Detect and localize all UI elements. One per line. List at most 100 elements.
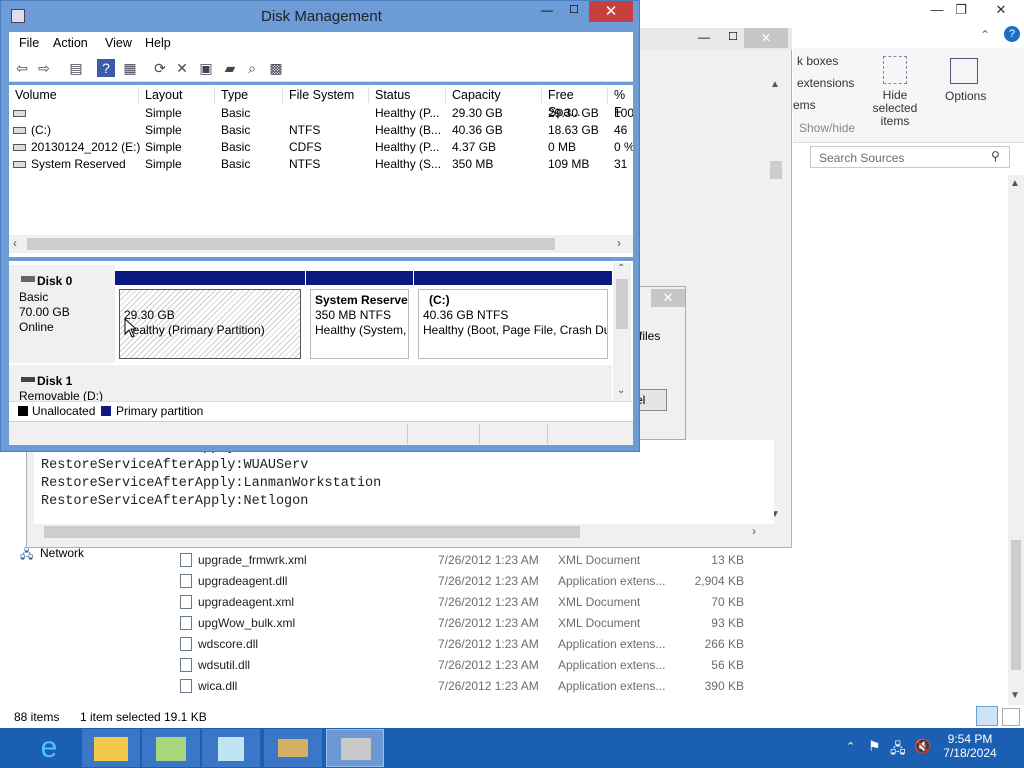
refresh-icon[interactable]: ⟳ <box>151 59 169 77</box>
options-button[interactable]: Options <box>945 89 986 103</box>
graph-vscroll[interactable]: ⌃ ⌄ <box>613 263 631 401</box>
scroll-thumb[interactable] <box>770 161 782 179</box>
forward-icon[interactable]: ⇨ <box>35 59 53 77</box>
column-percent-free[interactable]: % F <box>608 87 633 119</box>
scroll-thumb[interactable] <box>44 526 580 538</box>
delete-icon[interactable]: ✕ <box>173 59 191 77</box>
file-row[interactable]: upgradeagent.dll 7/26/2012 1:23 AM Applica… <box>176 571 776 592</box>
file-date: 7/26/2012 1:23 AM <box>438 553 539 567</box>
menu-view[interactable]: View <box>105 36 132 50</box>
nav-network[interactable]: Network <box>40 546 84 560</box>
scroll-thumb[interactable] <box>616 279 628 329</box>
settings-icon[interactable]: ▩ <box>267 59 285 77</box>
tiles-view-icon[interactable] <box>1002 708 1020 726</box>
file-row[interactable]: wica.dll 7/26/2012 1:23 AM Application ext… <box>176 676 776 697</box>
notepad-icon[interactable] <box>202 729 260 767</box>
partition-bar <box>115 271 305 285</box>
log-hscroll[interactable]: › <box>34 524 774 540</box>
help-icon[interactable]: ? <box>1004 26 1020 42</box>
minimize-button[interactable]: — <box>698 30 710 44</box>
close-button[interactable]: ✕ <box>744 28 788 48</box>
details-view-icon[interactable] <box>976 706 998 726</box>
properties-icon[interactable]: ▦ <box>121 59 139 77</box>
file-name: upgradeagent.xml <box>198 595 295 609</box>
volume-hscroll-thumb[interactable] <box>27 238 555 250</box>
scroll-up-icon[interactable]: ▲ <box>770 79 780 90</box>
ribbon-item-boxes[interactable]: k boxes <box>797 54 838 68</box>
hide-selected-button[interactable]: Hide selected items <box>859 89 931 128</box>
disk1-panel[interactable]: Disk 1 Removable (D:) <box>9 365 115 401</box>
back-icon[interactable]: ⇦ <box>13 59 31 77</box>
file-date: 7/26/2012 1:23 AM <box>438 679 539 693</box>
network-tray-icon[interactable]: 🖧 <box>890 738 906 762</box>
disk0-panel[interactable]: Disk 0 Basic 70.00 GB Online <box>9 265 115 363</box>
volume-cell-fs: CDFS <box>289 140 322 154</box>
tray-chevron-icon[interactable]: ⌃ <box>846 740 855 753</box>
menu-action[interactable]: Action <box>53 36 88 50</box>
show-hide-tree-icon[interactable]: ▤ <box>67 59 85 77</box>
checkdisk-icon[interactable]: ▣ <box>197 59 215 77</box>
close-button[interactable]: ✕ <box>986 0 1016 20</box>
scroll-up-icon[interactable]: ▲ <box>1010 178 1020 189</box>
scroll-down-icon[interactable]: ⌄ <box>617 385 625 396</box>
column-free-space[interactable]: Free Spa... <box>542 87 608 119</box>
help-icon[interactable]: ? <box>97 59 115 77</box>
disk-management-taskbar-icon[interactable] <box>326 729 384 767</box>
volume-muted-icon[interactable]: 🔇 <box>914 738 931 755</box>
maximize-button[interactable]: ☐ <box>728 30 738 43</box>
ribbon-item-extensions[interactable]: extensions <box>797 76 854 90</box>
deploy-tool-icon[interactable] <box>142 729 200 767</box>
open-icon[interactable]: ▰ <box>221 59 239 77</box>
volume-row[interactable]: 20130124_2012 (E:) Simple Basic CDFS Healthy… <box>9 140 633 157</box>
file-row[interactable]: wdscore.dll 7/26/2012 1:23 AM Application … <box>176 634 776 655</box>
search-placeholder: Search Sources <box>819 151 905 165</box>
package-tool-icon[interactable] <box>264 729 322 767</box>
volume-row[interactable]: (C:) Simple Basic NTFS Healthy (B... 40.36 GB… <box>9 123 633 140</box>
explorer-scroll-thumb[interactable] <box>1011 540 1021 670</box>
menu-help[interactable]: Help <box>145 36 171 50</box>
partition-c-drive[interactable]: (C:) 40.36 GB NTFS Healthy (Boot, Page F… <box>414 271 612 361</box>
clock[interactable]: 9:54 PM 7/18/2024 <box>930 732 1010 766</box>
file-name: wdscore.dll <box>198 637 259 651</box>
scroll-right-icon[interactable]: › <box>617 236 621 250</box>
close-button[interactable]: ✕ <box>651 289 685 307</box>
partition-unallocated-29gb[interactable]: 29.30 GB Healthy (Primary Partition) <box>115 271 305 361</box>
minimize-button[interactable]: — <box>541 3 553 17</box>
action-center-flag-icon[interactable]: ⚑ <box>868 738 881 755</box>
volume-cell-fs: NTFS <box>289 157 321 171</box>
volume-row[interactable]: System Reserved Simple Basic NTFS Healthy (S… <box>9 157 633 174</box>
scroll-left-icon[interactable]: ‹ <box>13 236 17 250</box>
close-button[interactable]: ✕ <box>589 1 633 22</box>
internet-explorer-icon[interactable]: e <box>20 729 78 767</box>
file-row[interactable]: wdsutil.dll 7/26/2012 1:23 AM Application … <box>176 655 776 676</box>
file-row[interactable]: upgrade_frmwrk.xml 7/26/2012 1:23 AM XML D… <box>176 550 776 571</box>
volume-row[interactable]: Simple Basic Healthy (P... 29.30 GB 29.30 GB… <box>9 106 633 123</box>
column-type[interactable]: Type <box>215 87 283 104</box>
disk-icon <box>21 377 35 382</box>
file-row[interactable]: upgradeagent.xml 7/26/2012 1:23 AM XML Doc… <box>176 592 776 613</box>
scroll-right-icon[interactable]: › <box>752 524 756 538</box>
search-icon[interactable]: ⚲ <box>991 149 1000 163</box>
maximize-button[interactable]: ☐ <box>569 3 579 16</box>
ribbon-item-hidden[interactable]: ems <box>793 98 816 112</box>
file-type: Application extens... <box>558 637 666 651</box>
file-row[interactable]: upgWow_bulk.xml 7/26/2012 1:23 AM XML Docu… <box>176 613 776 634</box>
column-filesystem[interactable]: File System <box>283 87 369 104</box>
volume-cell-status: Healthy (P... <box>375 140 440 154</box>
scroll-down-icon[interactable]: ▼ <box>1010 690 1020 701</box>
column-volume[interactable]: Volume <box>9 87 139 104</box>
partition-system-reserved[interactable]: System Reserve 350 MB NTFS Healthy (Syst… <box>306 271 413 361</box>
partition-title: (C:) <box>429 293 450 307</box>
file-name: upgrade_frmwrk.xml <box>198 553 307 567</box>
column-layout[interactable]: Layout <box>139 87 215 104</box>
search-input[interactable]: Search Sources ⚲ <box>810 146 1010 168</box>
file-icon <box>180 595 192 609</box>
menu-file[interactable]: File <box>19 36 39 50</box>
scroll-up-icon[interactable]: ⌃ <box>617 263 625 274</box>
restore-button[interactable]: ❐ <box>946 0 976 20</box>
column-status[interactable]: Status <box>369 87 446 104</box>
chevron-up-icon[interactable]: ⌃ <box>980 28 990 42</box>
column-capacity[interactable]: Capacity <box>446 87 542 104</box>
file-explorer-icon[interactable] <box>82 729 140 767</box>
explore-icon[interactable]: ⌕ <box>243 59 261 77</box>
